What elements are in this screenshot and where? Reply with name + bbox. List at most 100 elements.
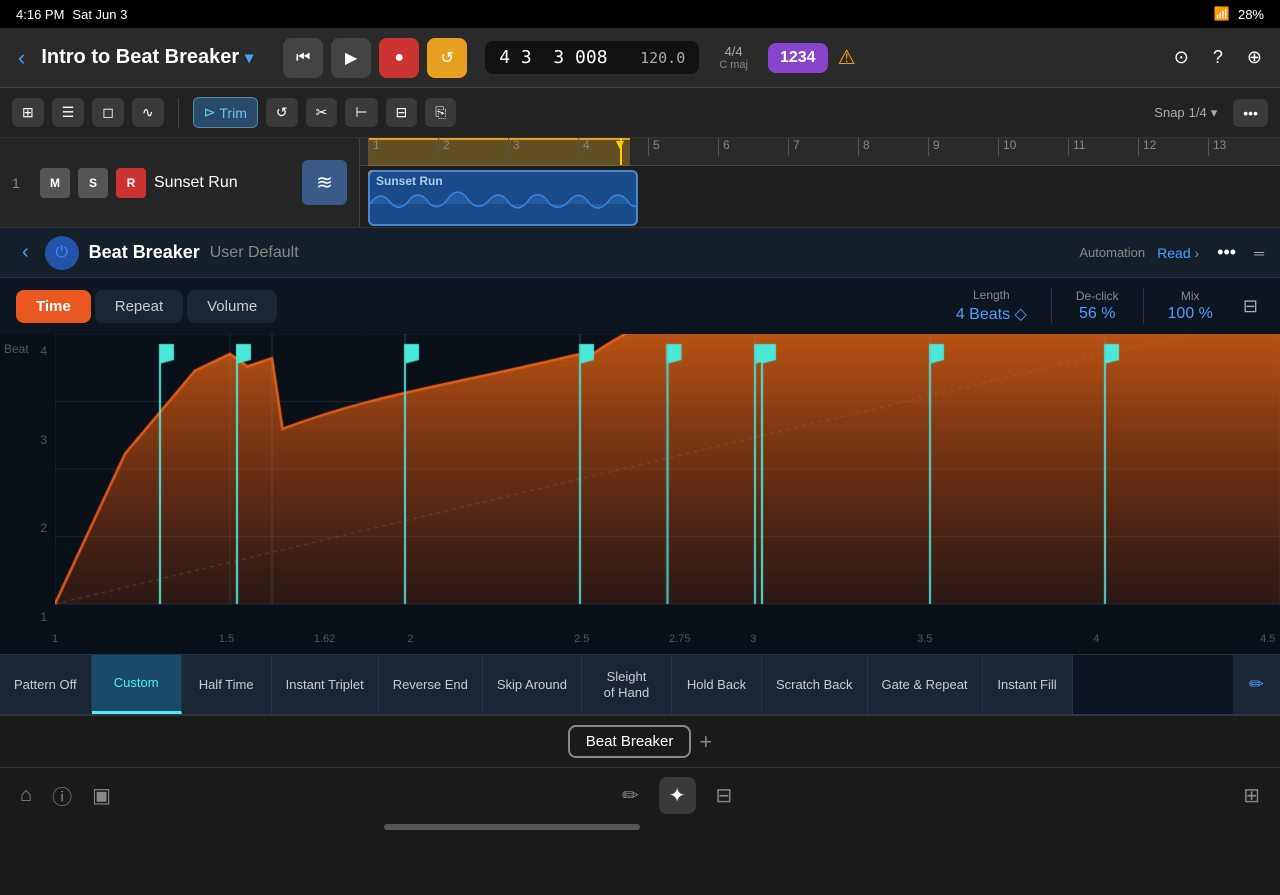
timeline-area: 1 2 3 4 5 6 7 8 9 10 11 12 13 Sunset Run	[360, 138, 1280, 227]
ruler-mark-6: 6	[718, 138, 730, 156]
half-time-pattern-button[interactable]: Half Time	[182, 655, 272, 714]
multi-button[interactable]: ⊟	[386, 98, 418, 127]
plugin-power-button[interactable]: ⏻	[45, 236, 79, 270]
hold-back-pattern-button[interactable]: Hold Back	[672, 655, 762, 714]
track-icon: ≋	[302, 160, 347, 205]
help-button[interactable]: ?	[1207, 41, 1229, 74]
trim-label: Trim	[219, 105, 246, 121]
loop-tool-button[interactable]: ↺	[266, 98, 298, 127]
scissors-button[interactable]: ✂	[306, 98, 338, 127]
position-display: 4 3 3 008 120.0	[485, 41, 699, 74]
instant-triplet-pattern-button[interactable]: Instant Triplet	[272, 655, 379, 714]
declick-value[interactable]: 56 %	[1079, 305, 1115, 323]
sleight-of-hand-pattern-button[interactable]: Sleightof Hand	[582, 655, 672, 714]
x-tick-4: 4	[1093, 633, 1099, 645]
list-view-button[interactable]: ☰	[52, 98, 85, 127]
reverse-end-pattern-button[interactable]: Reverse End	[379, 655, 483, 714]
library-button[interactable]: ▣	[92, 781, 111, 810]
time-sig-display: 4/4 C maj	[709, 40, 758, 75]
plugin-more-button[interactable]: •••	[1211, 236, 1242, 269]
skip-around-pattern-button[interactable]: Skip Around	[483, 655, 582, 714]
solo-button[interactable]: S	[78, 168, 108, 198]
bottom-left-controls: ⌂ ⓘ ▣	[20, 781, 111, 810]
divider-1	[1051, 288, 1052, 324]
x-tick-1-5: 1.5	[219, 633, 234, 645]
ruler-mark-1: 1	[368, 138, 438, 156]
bottom-tab-bar: Beat Breaker +	[0, 715, 1280, 767]
x-tick-1-62: 1.62	[314, 633, 335, 645]
volume-tab[interactable]: Volume	[187, 290, 277, 323]
secondary-more-button[interactable]: •••	[1233, 99, 1268, 127]
bottom-center-controls: ✏ ✦ ⊟	[111, 777, 1243, 814]
waveform-svg	[370, 184, 638, 224]
gate-repeat-pattern-button[interactable]: Gate & Repeat	[868, 655, 983, 714]
ruler-mark-3: 3	[508, 138, 578, 156]
skip-back-button[interactable]: ⏮	[283, 38, 323, 78]
beat-axis: 4 3 2 1	[0, 334, 55, 654]
beat-canvas[interactable]	[55, 334, 1280, 624]
play-button[interactable]: ▶	[331, 38, 371, 78]
pattern-off-button[interactable]: Pattern Off	[0, 655, 92, 714]
declick-control: De-click 56 %	[1076, 289, 1119, 323]
ruler-mark-12: 12	[1138, 138, 1156, 156]
trim-button[interactable]: ⊳ Trim	[193, 97, 258, 128]
pen-button[interactable]: ✏	[622, 777, 639, 814]
x-axis: 1 1.5 1.62 2 2.5 2.75 3 3.5 4 4.5	[55, 624, 1280, 654]
back-button[interactable]: ‹	[12, 39, 31, 77]
scratch-back-pattern-button[interactable]: Scratch Back	[762, 655, 868, 714]
status-day: Sat Jun 3	[72, 7, 127, 22]
secondary-toolbar: ⊞ ☰ ◻ ∿ ⊳ Trim ↺ ✂ ⊢ ⊟ ⎘ Snap 1/4 ▾ •••	[0, 88, 1280, 138]
snap-chevron[interactable]: ▾	[1211, 105, 1218, 121]
trim-icon: ⊳	[204, 104, 216, 121]
mix-value[interactable]: 100 %	[1168, 305, 1213, 323]
mixer-button[interactable]: ⊟	[716, 777, 733, 814]
track-name: Sunset Run	[154, 174, 294, 192]
window-view-button[interactable]: ◻	[92, 98, 124, 127]
title-dropdown-icon[interactable]: ▾	[245, 48, 253, 68]
mute-button[interactable]: M	[40, 168, 70, 198]
repeat-tab[interactable]: Repeat	[95, 290, 183, 323]
wifi-icon: 📶	[1214, 6, 1230, 22]
ruler-mark-13: 13	[1208, 138, 1226, 156]
y-tick-1: 1	[40, 610, 47, 624]
beat-graph[interactable]: Beat 4 3 2 1 1 1.5 1.62 2 2.5 2.75 3 3.5…	[0, 334, 1280, 654]
add-plugin-button[interactable]: +	[699, 729, 712, 755]
more-button[interactable]: ⊕	[1241, 41, 1268, 74]
plugin-lines-icon: ═	[1254, 245, 1264, 261]
playhead[interactable]	[620, 138, 622, 165]
copy-button[interactable]: ⎘	[425, 98, 456, 127]
transport-controls: ⏮ ▶ ● ↺	[283, 38, 467, 78]
y-tick-4: 4	[40, 344, 47, 358]
airplay-button[interactable]: ⊙	[1168, 41, 1195, 74]
x-tick-2-75: 2.75	[669, 633, 690, 645]
audio-clip[interactable]: Sunset Run	[368, 170, 638, 226]
rec-button[interactable]: R	[116, 168, 146, 198]
length-label: Length	[973, 288, 1010, 302]
automation-value[interactable]: Read ›	[1157, 245, 1199, 261]
custom-pattern-button[interactable]: Custom	[92, 655, 182, 714]
plugin-header: ‹ ⏻ Beat Breaker User Default Automation…	[0, 228, 1280, 278]
instant-fill-pattern-button[interactable]: Instant Fill	[983, 655, 1073, 714]
beat-breaker-tab[interactable]: Beat Breaker	[568, 725, 692, 758]
curve-button[interactable]: ∿	[132, 98, 164, 127]
glow-button[interactable]: ✦	[659, 777, 696, 814]
snap-label: Snap	[1154, 105, 1184, 120]
length-value[interactable]: 4 Beats ◇	[956, 304, 1027, 324]
time-tab[interactable]: Time	[16, 290, 91, 323]
key-display[interactable]: 1234	[768, 43, 828, 73]
info-button[interactable]: ⓘ	[52, 781, 72, 810]
pattern-edit-button[interactable]: ✏	[1233, 655, 1280, 714]
home-button[interactable]: ⌂	[20, 781, 32, 810]
mix-icon-button[interactable]: ⊟	[1237, 290, 1264, 323]
ruler-mark-2: 2	[438, 138, 508, 156]
metro-button[interactable]: ⊞	[1243, 783, 1260, 808]
grid-view-button[interactable]: ⊞	[12, 98, 44, 127]
split-button[interactable]: ⊢	[345, 98, 377, 127]
plugin-back-button[interactable]: ‹	[16, 235, 35, 270]
loop-button[interactable]: ↺	[427, 38, 467, 78]
x-tick-1: 1	[52, 633, 58, 645]
scrollbar-thumb[interactable]	[384, 824, 640, 830]
record-button[interactable]: ●	[379, 38, 419, 78]
timeline-ruler: 1 2 3 4 5 6 7 8 9 10 11 12 13	[360, 138, 1280, 166]
plugin-section: ‹ ⏻ Beat Breaker User Default Automation…	[0, 228, 1280, 715]
